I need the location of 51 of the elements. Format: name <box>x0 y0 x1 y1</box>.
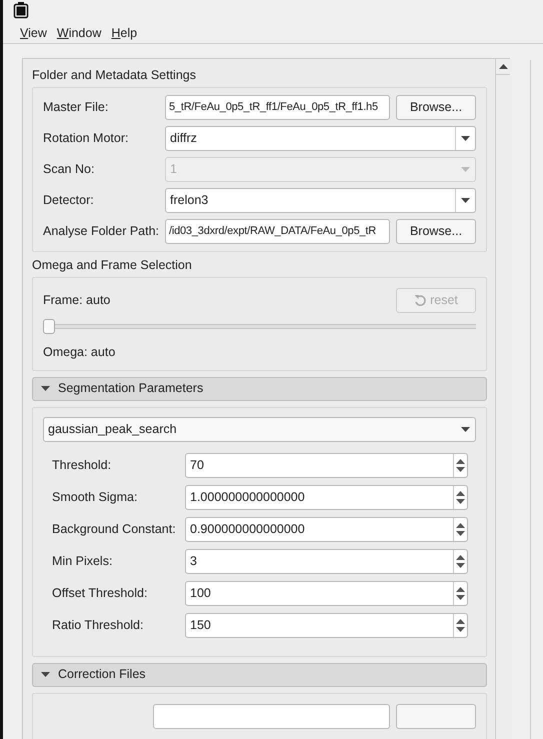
section-header[interactable]: Segmentation Parameters <box>32 376 487 401</box>
spin-arrows-icon[interactable] <box>456 618 465 634</box>
spin-arrows-icon[interactable] <box>456 554 465 570</box>
spin-arrows-icon[interactable] <box>456 490 465 506</box>
field-label: Scan No: <box>43 161 96 178</box>
field-label: Ratio Threshold: <box>52 617 144 634</box>
field-label: Threshold: <box>52 457 112 474</box>
field-label: Analyse Folder Path: <box>43 223 160 240</box>
field-label: Smooth Sigma: <box>52 489 138 506</box>
number-field[interactable]: 1.000000000000000 <box>185 485 468 510</box>
dropdown-caret-icon[interactable] <box>461 198 470 203</box>
number-field[interactable]: 100 <box>185 581 468 606</box>
group-title: Folder and Metadata Settings <box>32 67 197 84</box>
undo-icon <box>414 294 428 307</box>
menu-item[interactable]: View <box>16 22 51 43</box>
app-icon <box>13 1 29 20</box>
browse-button[interactable]: Browse... <box>396 219 476 244</box>
scroll-up-icon[interactable] <box>498 64 508 69</box>
browse-button[interactable]: Browse... <box>396 95 476 120</box>
section-header[interactable]: Correction Files <box>32 662 487 687</box>
field-label: Offset Threshold: <box>52 585 148 602</box>
spin-arrows-icon[interactable] <box>456 522 465 538</box>
path-field[interactable]: 5_tR/FeAu_0p5_tR_ff1/FeAu_0p5_tR_ff1.h5 <box>165 95 390 120</box>
dropdown[interactable]: frelon3 <box>165 188 476 213</box>
number-field[interactable]: 0.900000000000000 <box>185 517 468 542</box>
expand-down-icon <box>41 670 50 680</box>
group-title: Omega and Frame Selection <box>32 257 193 274</box>
field-label: Master File: <box>43 99 110 116</box>
menu-item[interactable]: Help <box>107 22 142 43</box>
number-field[interactable]: 3 <box>185 549 468 574</box>
scrollbar[interactable] <box>495 59 510 739</box>
slider-handle[interactable] <box>43 319 55 334</box>
field-label: Min Pixels: <box>52 553 114 570</box>
expand-down-icon <box>41 384 50 394</box>
number-field[interactable]: 150 <box>185 613 468 638</box>
path-field[interactable]: /id03_3dxrd/expt/RAW_DATA/FeAu_0p5_tR <box>165 219 390 244</box>
method-dropdown[interactable]: gaussian_peak_search <box>43 416 476 442</box>
dropdown: 1 <box>165 157 476 182</box>
path-field[interactable] <box>153 704 390 729</box>
spin-arrows-icon[interactable] <box>456 586 465 602</box>
field-label: Detector: <box>43 192 95 210</box>
dropdown[interactable]: diffrz <box>165 126 476 151</box>
field-label: Rotation Motor: <box>43 130 130 148</box>
field-label: Background Constant: <box>52 521 177 538</box>
number-field[interactable]: 70 <box>185 453 468 478</box>
omega-label: Omega: auto <box>43 344 116 361</box>
frame-label: Frame: auto <box>43 292 110 310</box>
dropdown-caret-icon[interactable] <box>461 136 470 141</box>
spin-arrows-icon[interactable] <box>456 458 465 474</box>
dropdown-caret-icon[interactable] <box>461 426 470 432</box>
menu-item[interactable]: Window <box>52 22 106 43</box>
